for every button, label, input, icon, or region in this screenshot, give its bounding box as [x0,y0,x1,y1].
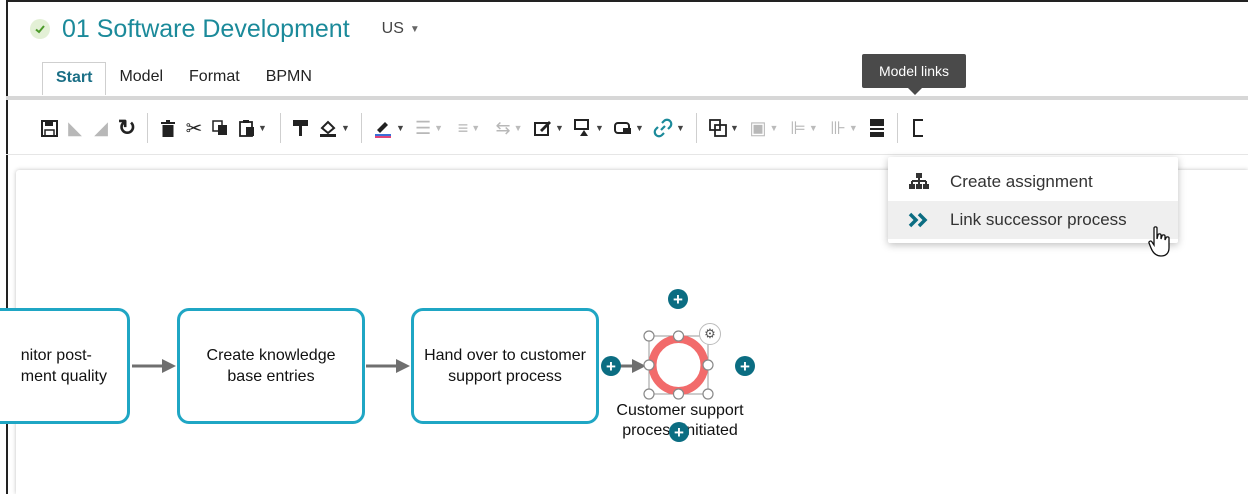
save-icon[interactable] [36,113,62,143]
line-dash-icon: ☰ ▼ [414,117,444,138]
delete-icon[interactable] [155,113,181,143]
task-label: nitor post- ment quality [20,347,107,385]
menu-item-label: Create assignment [950,172,1093,191]
arrange-icon[interactable]: ▼ [704,113,744,143]
toolbar-separator [361,113,362,143]
line-ends-icon: ⇆ ▼ [495,117,523,138]
language-selector[interactable]: US ▼ [382,20,420,38]
task-create-knowledge-base[interactable]: Create knowledge base entries [177,308,365,424]
hand-cursor-icon [1148,226,1170,257]
language-label: US [381,20,404,37]
add-bottom-handle[interactable]: + [669,422,689,442]
group-icon: ▣ ▼ [749,117,779,138]
line-weight-icon: ≡ ▼ [457,117,481,138]
ribbon-tabs: Start Model Format BPMN [42,62,325,95]
cut-icon[interactable]: ✂ [181,113,207,143]
format-painter-icon[interactable] [288,113,314,143]
task-hand-over[interactable]: Hand over to customer support process [411,308,599,424]
toolbar: ◣ ◢ ↻ ✂ ▼ ▼ ▼ ☰ ▼ ≡ ▼ ⇆ ▼ ▼ ▼ ▼ ▼ ▼ ▣ ▼ ⊫ ▼ ⊪… [36,108,1248,148]
toolbar-separator [696,113,697,143]
menu-item-label: Link successor process [950,210,1127,229]
paste-icon[interactable]: ▼ [233,113,273,143]
line-color-icon[interactable]: ▼ [369,113,409,143]
task-label: Hand over to customer support process [424,347,586,385]
add-left-handle[interactable]: + [601,356,621,376]
shape-style-icon[interactable]: ▼ [609,113,649,143]
tab-start[interactable]: Start [42,62,107,95]
edit-shape-icon[interactable]: ▼ [529,113,569,143]
insert-object-icon[interactable]: ▼ [569,113,609,143]
toolbar-separator [897,113,898,143]
sequence-flow-arrow[interactable] [366,356,412,376]
menu-item-create-assignment[interactable]: Create assignment [888,163,1178,201]
assignment-hierarchy-icon [888,173,950,191]
menu-item-link-successor-process[interactable]: Link successor process [888,201,1178,239]
task-label: Create knowledge base entries [206,347,336,385]
properties-icon[interactable] [864,113,890,143]
more-tools-icon[interactable] [905,113,931,143]
gear-icon[interactable]: ⚙ [699,323,721,345]
toolbar-divider [6,154,1248,155]
model-links-tooltip: Model links [862,54,966,95]
model-links-icon[interactable]: ▼ [649,113,689,143]
fill-color-icon[interactable]: ▼ [314,113,354,143]
title-row: 01 Software Development US ▼ [30,14,420,44]
distribute-icon: ⊪ ▼ [830,117,858,138]
tab-model[interactable]: Model [106,62,176,94]
undo-icon[interactable]: ◣ [62,113,88,143]
tab-divider [6,96,1248,100]
toolbar-separator [280,113,281,143]
redo-icon[interactable]: ◢ [88,113,114,143]
sequence-flow-arrow[interactable] [132,356,178,376]
task-monitor-quality[interactable]: nitor post- ment quality [0,308,130,424]
align-icon: ⊫ ▼ [790,117,818,138]
add-top-handle[interactable]: + [668,289,688,309]
copy-icon[interactable] [207,113,233,143]
tab-bpmn[interactable]: BPMN [253,62,325,94]
model-links-menu: Create assignment Link successor process [888,157,1178,243]
add-right-handle[interactable]: + [735,356,755,376]
refresh-icon[interactable]: ↻ [114,113,140,143]
status-check-icon [30,19,50,39]
model-title[interactable]: 01 Software Development [62,15,350,44]
chevron-down-icon: ▼ [409,23,420,35]
toolbar-separator [147,113,148,143]
double-chevron-right-icon [888,212,950,228]
tab-format[interactable]: Format [176,62,253,94]
